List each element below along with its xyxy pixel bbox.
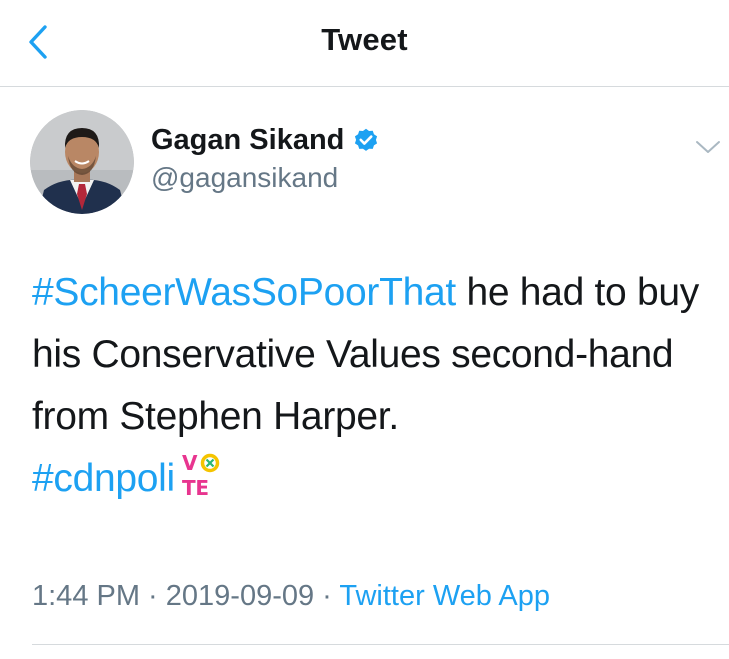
hashtag-link[interactable]: #ScheerWasSoPoorThat bbox=[32, 271, 456, 314]
tweet-detail-screen: Tweet Gagan Sikand @gagansikand #ScheerW… bbox=[0, 0, 729, 659]
tweet-meta: 1:44 PM · 2019-09-09 · Twitter Web App bbox=[32, 580, 550, 613]
author-handle[interactable]: @gagansikand bbox=[151, 162, 338, 194]
author-name-row[interactable]: Gagan Sikand bbox=[151, 124, 380, 157]
author-name: Gagan Sikand bbox=[151, 124, 345, 156]
meta-separator: · bbox=[140, 580, 166, 612]
meta-separator: · bbox=[314, 580, 340, 612]
vote-letters-te: TE bbox=[182, 476, 209, 497]
chevron-down-icon[interactable] bbox=[694, 133, 722, 161]
top-nav-bar: Tweet bbox=[0, 0, 729, 87]
tweet-body: #ScheerWasSoPoorThat he had to buy his C… bbox=[32, 262, 712, 510]
tweet-date: 2019-09-09 bbox=[165, 580, 315, 612]
page-title: Tweet bbox=[321, 22, 408, 57]
verified-badge-icon bbox=[355, 128, 378, 151]
avatar-photo bbox=[30, 110, 134, 214]
hashtag-link[interactable]: #cdnpoli bbox=[32, 457, 175, 500]
divider bbox=[32, 644, 729, 645]
tweet-time: 1:44 PM bbox=[32, 580, 140, 612]
vote-hashflag-icon: V TE bbox=[182, 451, 220, 497]
author-avatar[interactable] bbox=[30, 110, 134, 214]
source-app-link[interactable]: Twitter Web App bbox=[339, 580, 550, 612]
vote-letter-v: V bbox=[182, 451, 198, 475]
